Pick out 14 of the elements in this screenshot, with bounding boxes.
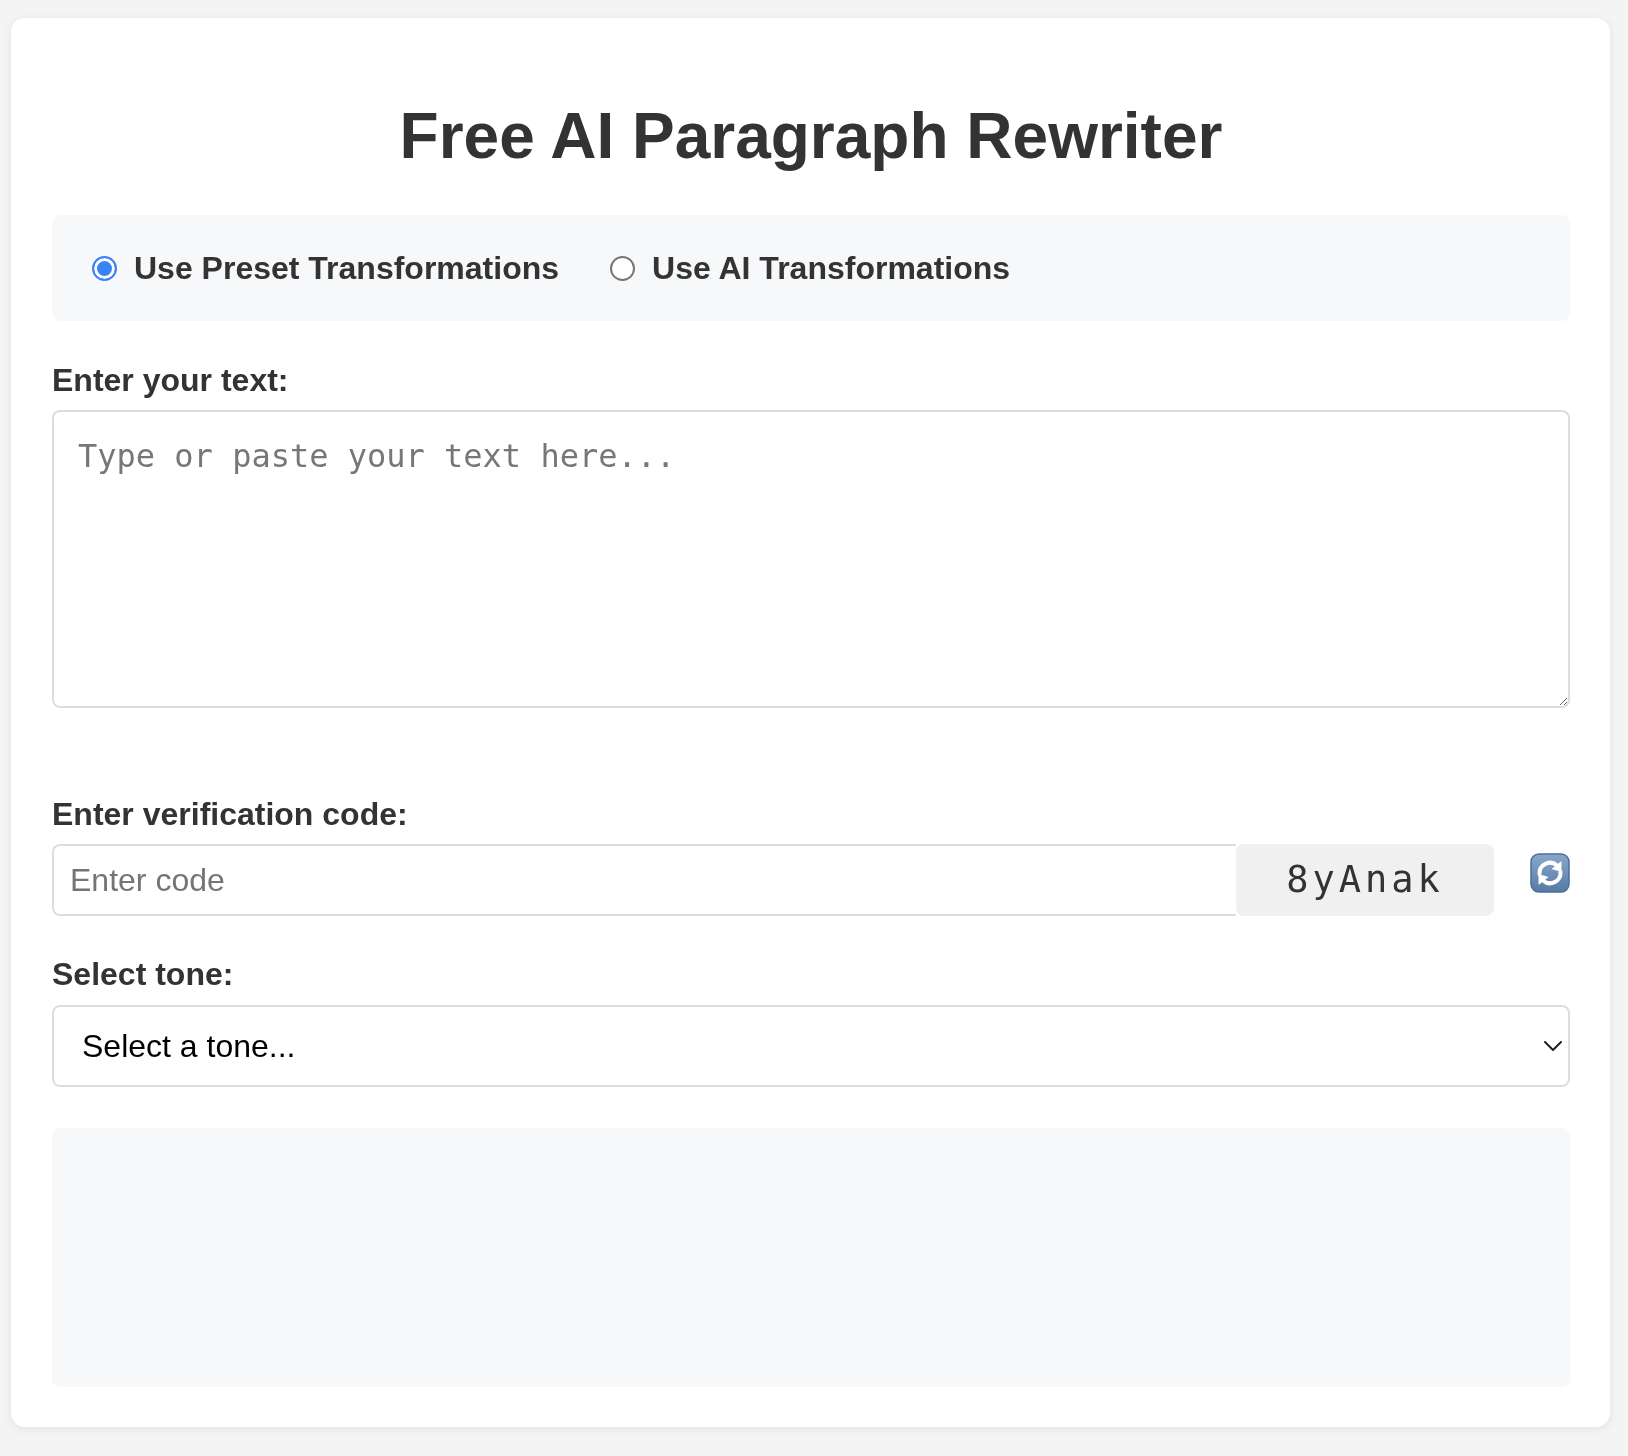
text-area[interactable]: Type or paste your text here... [52, 410, 1570, 708]
field-label: Enter your text: [52, 361, 290, 399]
tone-select[interactable]: Select a tone... [52, 1005, 1570, 1087]
radio-button[interactable] [92, 255, 117, 281]
radio-button[interactable] [610, 255, 636, 281]
field-label: Select tone: [52, 955, 235, 993]
captcha-code: 8yAnak [1236, 844, 1494, 916]
page-title: Free AI Paragraph Rewriter [398, 99, 1224, 174]
field-label: Enter verification code: [52, 795, 409, 833]
chevron-down-icon [1544, 1041, 1562, 1051]
radio-label[interactable]: Use AI Transformations [652, 248, 1011, 288]
code-input[interactable]: Enter code [52, 844, 1236, 916]
radio-label[interactable]: Use Preset Transformations [134, 248, 560, 288]
refresh-icon[interactable] [1530, 853, 1570, 893]
